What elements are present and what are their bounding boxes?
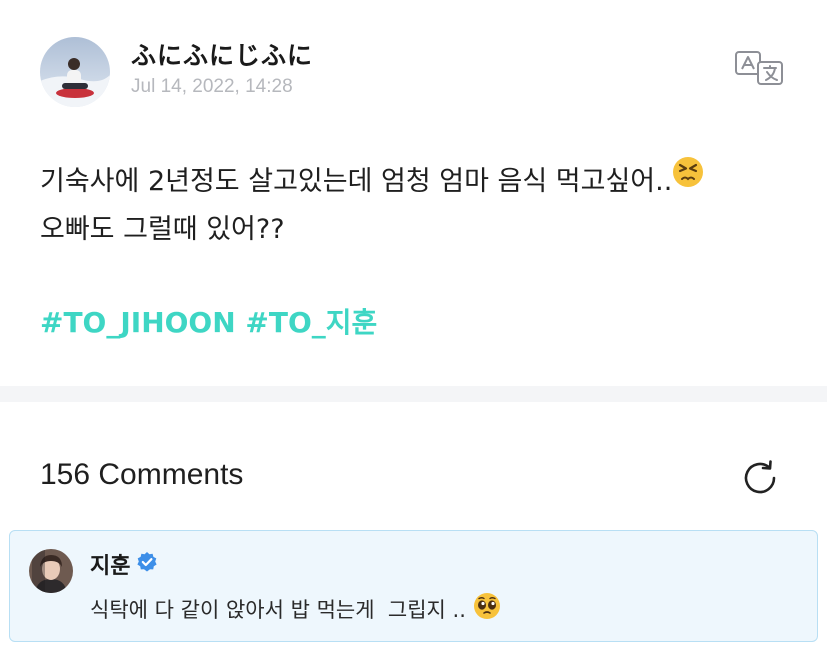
- persevering-face-emoji: [672, 156, 704, 203]
- post-timestamp: Jul 14, 2022, 14:28: [131, 76, 293, 97]
- comment-avatar-image: [29, 549, 73, 593]
- section-divider: [0, 386, 827, 402]
- post: ふにふにじふに Jul 14, 2022, 14:28 기숙사에 2년정도 살고…: [0, 0, 827, 386]
- author-avatar[interactable]: [40, 37, 110, 107]
- comments-count: 156 Comments: [40, 458, 244, 491]
- post-body-line-2: 오빠도 그럴때 있어??: [40, 214, 285, 245]
- refresh-icon: [744, 460, 776, 494]
- comment-text-body: 식탁에 다 같이 앉아서 밥 먹는게 그립지 ..: [90, 598, 473, 622]
- hashtags: #TO_JIHOON #TO_지훈: [40, 301, 377, 341]
- translate-button[interactable]: [734, 50, 786, 86]
- comment-text: 식탁에 다 같이 앉아서 밥 먹는게 그립지 ..: [90, 592, 501, 628]
- comment-author-label: 지훈: [90, 554, 131, 579]
- post-author-name[interactable]: ふにふにじふに: [131, 36, 313, 72]
- hashtag-to-jihoon-korean[interactable]: #TO_지훈: [245, 306, 377, 339]
- verified-badge-icon: [136, 551, 158, 579]
- post-body: 기숙사에 2년정도 살고있는데 엄청 엄마 음식 먹고싶어.. 오빠도 그럴때 …: [40, 156, 800, 253]
- comment-author-name[interactable]: 지훈: [90, 548, 158, 581]
- post-body-line-1: 기숙사에 2년정도 살고있는데 엄청 엄마 음식 먹고싶어..: [40, 156, 800, 206]
- comment-card[interactable]: 지훈 식탁에 다 같이 앉아서 밥 먹는게 그립지 ..: [9, 530, 818, 642]
- refresh-button[interactable]: [740, 458, 780, 498]
- avatar-image: [40, 37, 110, 107]
- post-body-text-1: 기숙사에 2년정도 살고있는데 엄청 엄마 음식 먹고싶어..: [40, 166, 673, 197]
- translate-icon: [735, 51, 783, 85]
- pleading-face-emoji: [473, 592, 501, 625]
- comment-author-avatar[interactable]: [29, 549, 73, 593]
- hashtag-to-jihoon[interactable]: #TO_JIHOON: [40, 306, 236, 339]
